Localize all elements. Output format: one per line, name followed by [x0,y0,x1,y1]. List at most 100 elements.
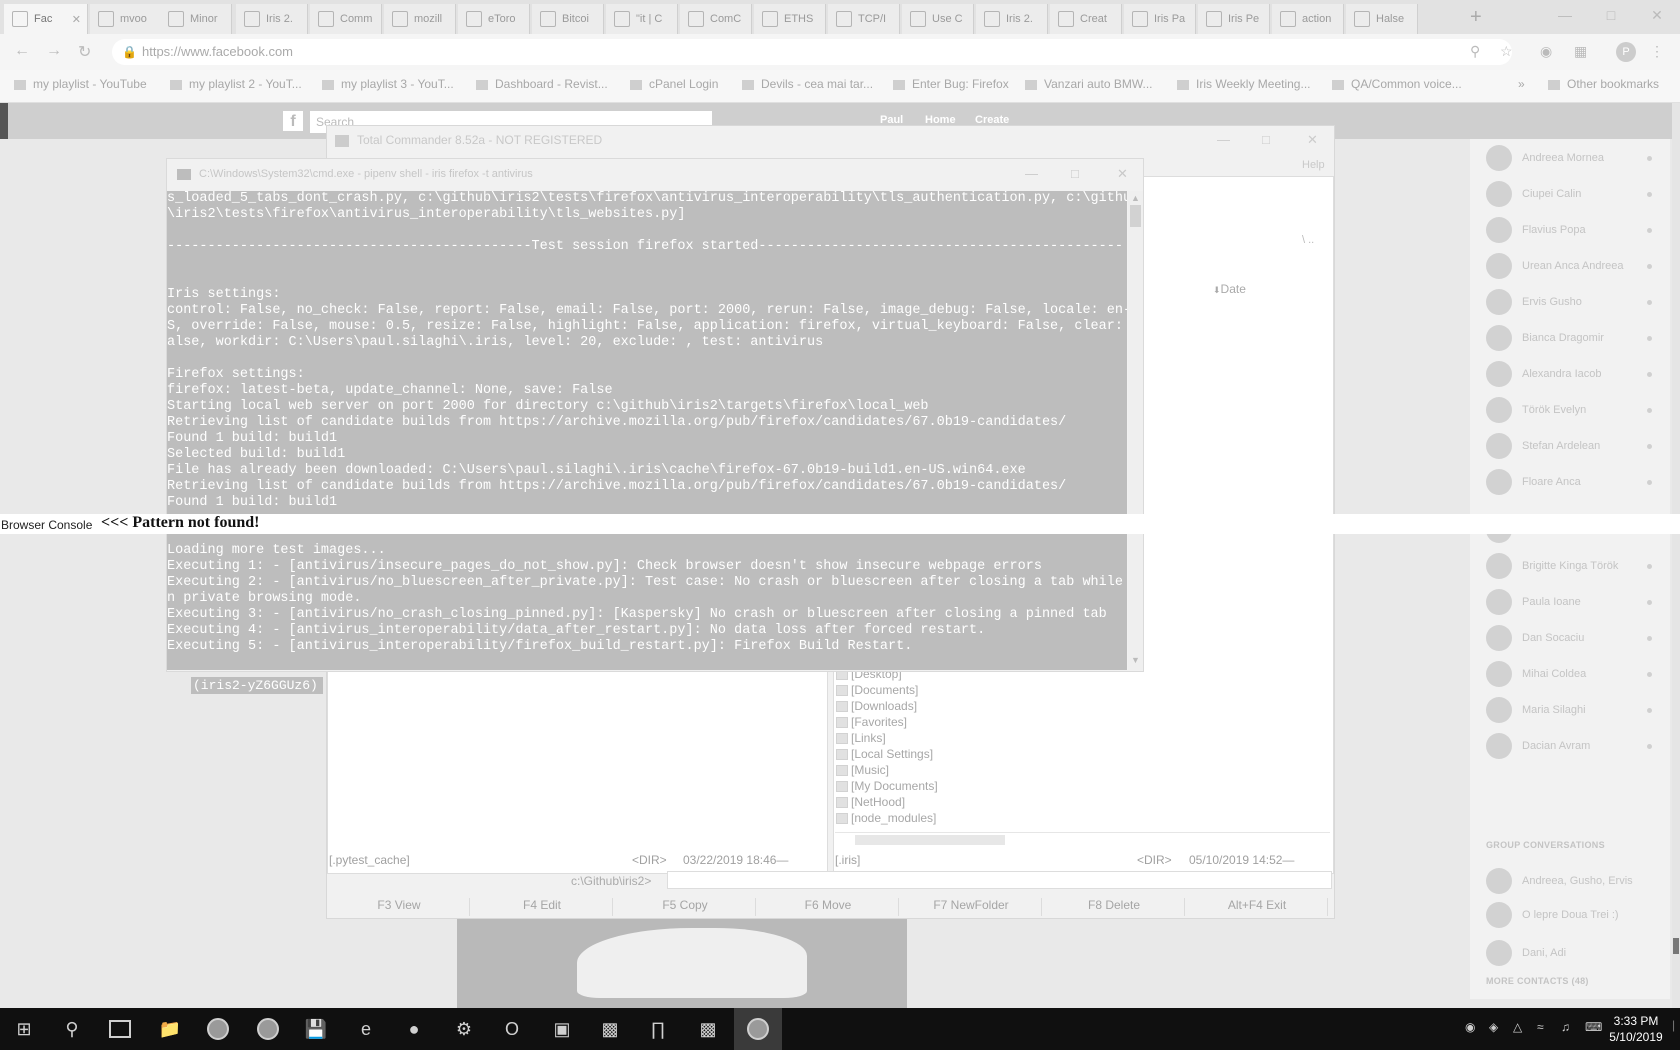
bookmark-item[interactable]: Dashboard - Revist... [476,77,608,91]
new-tab-button[interactable]: + [1470,6,1482,29]
scroll-thumb[interactable] [855,835,1005,845]
dir-item[interactable]: [Links] [836,731,886,745]
profile-avatar[interactable]: P [1616,42,1636,62]
dir-item[interactable]: [Downloads] [836,699,917,713]
total-commander-icon[interactable]: 💾 [292,1008,340,1050]
tc-maximize-icon[interactable]: □ [1262,126,1270,154]
scroll-up-icon[interactable]: ▲ [1131,193,1140,203]
firefox-nightly-icon[interactable] [734,1008,782,1050]
back-arrow-icon[interactable]: ← [14,42,30,60]
page-scrollbar[interactable] [1672,103,1680,1008]
contact-item[interactable]: Brigitte Kinga Török [1486,551,1666,581]
contact-item[interactable]: Mihai Coldea [1486,659,1666,689]
browser-tab[interactable]: Creat [1050,4,1122,34]
zoom-icon[interactable]: ⚲ [1470,43,1480,60]
pycharm-icon[interactable]: ▣ [538,1008,586,1050]
contact-item[interactable]: Bianca Dragomir [1486,323,1666,353]
fkey-button[interactable]: F3 View [329,898,470,916]
extension-icon-2[interactable]: ▦ [1574,43,1587,60]
fkey-button[interactable]: F4 Edit [472,898,613,916]
browser-tab[interactable]: "it | C [606,4,678,34]
visual-studio-icon[interactable]: ∏ [634,1008,682,1050]
browser-tab[interactable]: eToro [458,4,530,34]
shield-icon[interactable]: ◈ [1489,1020,1498,1034]
fkey-button[interactable]: F6 Move [758,898,899,916]
forward-arrow-icon[interactable]: → [46,42,62,60]
browser-tab[interactable]: Use C [902,4,974,34]
dir-item[interactable]: [Local Settings] [836,747,933,761]
contact-item[interactable]: Dan Socaciu [1486,623,1666,653]
browser-tab[interactable]: action [1272,4,1344,34]
bookmark-item[interactable]: Iris Weekly Meeting... [1177,77,1310,91]
firefox-icon[interactable] [244,1008,292,1050]
dir-item[interactable]: [Documents] [836,683,918,697]
contact-item[interactable]: Stefan Ardelean [1486,431,1666,461]
edge-icon[interactable]: e [342,1008,390,1050]
start-windows-icon[interactable]: ⊞ [0,1008,48,1050]
reload-icon[interactable]: ↻ [78,42,91,62]
contact-item[interactable]: Floare Anca [1486,467,1666,497]
cmd-taskbar-icon[interactable]: ▩ [684,1008,732,1050]
scroll-thumb[interactable] [1130,205,1141,227]
show-desktop-button[interactable]: | [1672,1018,1675,1032]
cmd-output[interactable]: s_loaded_5_tabs_dont_crash.py, c:\github… [167,191,1127,670]
facebook-logo-icon[interactable]: f [283,111,303,131]
chrome-icon[interactable] [194,1008,242,1050]
browser-tab[interactable]: Iris 2. [976,4,1048,34]
cmd-close-icon[interactable]: ✕ [1117,159,1128,189]
browser-tab[interactable]: Minor [160,4,232,34]
cmd-maximize-icon[interactable]: □ [1071,159,1079,189]
notification-icon[interactable]: △ [1513,1020,1522,1034]
dir-item[interactable]: [My Documents] [836,779,938,793]
page-scrollbar-thumb[interactable] [1673,938,1679,954]
bookmark-item[interactable]: my playlist 3 - YouT... [322,77,454,91]
extension-icon[interactable]: ◉ [1540,43,1552,60]
group-item[interactable]: Dani, Adi [1486,938,1666,968]
bookmark-item[interactable]: QA/Common voice... [1332,77,1462,91]
fkey-button[interactable]: Alt+F4 Exit [1187,898,1328,916]
dir-item[interactable]: [node_modules] [836,811,936,825]
contact-item[interactable]: Flavius Popa [1486,215,1666,245]
bookmark-item[interactable]: cPanel Login [630,77,718,91]
bookmark-item[interactable]: my playlist 2 - YouT... [170,77,302,91]
scroll-down-icon[interactable]: ▼ [1131,655,1140,665]
contact-item[interactable]: Maria Silaghi [1486,695,1666,725]
group-item[interactable]: Andreea, Gusho, Ervis [1486,866,1666,896]
more-bookmarks-button[interactable]: » [1518,77,1525,91]
fkey-button[interactable]: F8 Delete [1044,898,1185,916]
settings-app-icon[interactable]: ⚙ [440,1008,488,1050]
terminal-icon[interactable]: ▩ [586,1008,634,1050]
bookmark-item[interactable]: Vanzari auto BMW... [1025,77,1153,91]
close-icon[interactable]: ✕ [1634,0,1680,30]
dir-item[interactable]: [NetHood] [836,795,905,809]
maximize-icon[interactable]: □ [1588,0,1634,30]
address-bar[interactable]: 🔒 https://www.facebook.com [112,39,1512,65]
tab-close-icon[interactable]: ✕ [72,13,81,26]
tc-minimize-icon[interactable]: — [1217,126,1230,154]
tc-horizontal-scrollbar[interactable] [835,832,1330,847]
opera-icon[interactable]: O [488,1008,536,1050]
group-item[interactable]: O lepre Doua Trei :) [1486,900,1666,930]
taskbar-clock[interactable]: 3:33 PM 5/10/2019 [1605,1013,1667,1045]
browser-tab[interactable]: ComC [680,4,752,34]
tc-close-icon[interactable]: ✕ [1307,126,1318,154]
browser-tab[interactable]: Fac ✕ [4,4,88,34]
search-icon[interactable]: ⚲ [48,1008,96,1050]
browser-tab[interactable]: ETHS [754,4,826,34]
bookmark-item[interactable]: my playlist - YouTube [14,77,147,91]
tc-help-menu[interactable]: Help [1302,159,1325,171]
task-view-icon[interactable] [96,1008,144,1050]
contact-item[interactable]: Urean Anca Andreea [1486,251,1666,281]
file-explorer-icon[interactable]: 📁 [146,1008,194,1050]
dir-item[interactable]: [Favorites] [836,715,907,729]
volume-icon[interactable]: ♫ [1561,1020,1570,1034]
network-icon[interactable]: ◉ [1465,1020,1475,1034]
browser-tab[interactable]: Iris Pe [1198,4,1270,34]
browser-tab[interactable]: mozill [384,4,456,34]
browser-tab[interactable]: Halse [1346,4,1418,34]
fkey-button[interactable]: F7 NewFolder [901,898,1042,916]
contact-item[interactable]: Ervis Gusho [1486,287,1666,317]
contact-item[interactable]: Alexandra Iacob [1486,359,1666,389]
browser-tab[interactable]: Iris 2. [236,4,308,34]
contact-item[interactable]: Dacian Avram [1486,731,1666,761]
